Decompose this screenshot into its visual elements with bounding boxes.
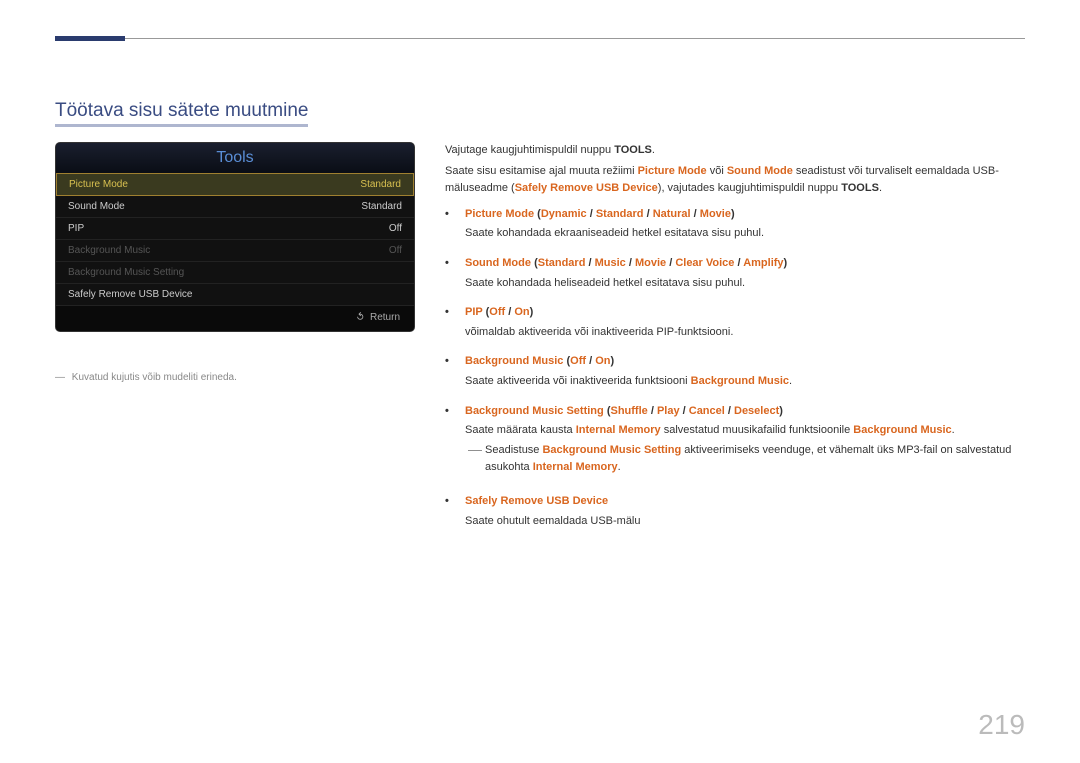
bullet-desc: Saate ohutult eemaldada USB-mälu bbox=[465, 513, 1025, 531]
subnote: ― Seadistuse Background Music Setting ak… bbox=[465, 442, 1025, 477]
row-value: Standard bbox=[361, 201, 402, 212]
bullet-desc: Saate määrata kausta Internal Memory sal… bbox=[465, 422, 1025, 440]
row-label: Background Music bbox=[68, 245, 150, 256]
menu-row-bg-music: Background Music Off bbox=[56, 240, 414, 262]
page-number: 219 bbox=[978, 709, 1025, 741]
dash-icon: ― bbox=[55, 372, 65, 383]
left-column: Tools Picture Mode Standard Sound Mode S… bbox=[55, 142, 415, 542]
menu-row-sound-mode: Sound Mode Standard bbox=[56, 196, 414, 218]
caption-text: Kuvatud kujutis võib mudeliti erineda. bbox=[72, 372, 237, 383]
bullet-title: Background Music (Off / On) bbox=[465, 353, 1025, 371]
bullet-safely-remove: • Safely Remove USB Device Saate ohutult… bbox=[445, 493, 1025, 530]
image-caption: ― Kuvatud kujutis võib mudeliti erineda. bbox=[55, 372, 415, 383]
return-icon: ↻ bbox=[354, 311, 368, 325]
bullet-sound-mode: • Sound Mode (Standard / Music / Movie /… bbox=[445, 255, 1025, 292]
menu-row-bg-music-setting: Background Music Setting bbox=[56, 262, 414, 284]
bullet-picture-mode: • Picture Mode (Dynamic / Standard / Nat… bbox=[445, 206, 1025, 243]
header-accent bbox=[55, 36, 125, 41]
bullet-bg-music-setting: • Background Music Setting (Shuffle / Pl… bbox=[445, 403, 1025, 481]
return-label: Return bbox=[370, 312, 400, 323]
bullet-title: Sound Mode (Standard / Music / Movie / C… bbox=[465, 255, 1025, 273]
intro-para-2: Saate sisu esitamise ajal muuta režiimi … bbox=[445, 163, 1025, 198]
bullet-bg-music: • Background Music (Off / On) Saate akti… bbox=[445, 353, 1025, 390]
bullet-title: PIP (Off / On) bbox=[465, 304, 1025, 322]
bullet-marker: • bbox=[445, 403, 465, 481]
bullet-desc: Saate kohandada ekraaniseadeid hetkel es… bbox=[465, 225, 1025, 243]
tools-menu-screenshot: Tools Picture Mode Standard Sound Mode S… bbox=[55, 142, 415, 332]
bullet-marker: • bbox=[445, 493, 465, 530]
bullet-title: Picture Mode (Dynamic / Standard / Natur… bbox=[465, 206, 1025, 224]
intro-para-1: Vajutage kaugjuhtimispuldil nuppu TOOLS. bbox=[445, 142, 1025, 160]
bullet-desc: Saate aktiveerida või inaktiveerida funk… bbox=[465, 373, 1025, 391]
bullet-pip: • PIP (Off / On) võimaldab aktiveerida v… bbox=[445, 304, 1025, 341]
bullet-marker: • bbox=[445, 304, 465, 341]
row-label: Background Music Setting bbox=[68, 267, 184, 278]
dash-icon: ― bbox=[465, 442, 485, 477]
page-content: Töötava sisu sätete muutmine Tools Pictu… bbox=[55, 100, 1025, 542]
bullet-title: Background Music Setting (Shuffle / Play… bbox=[465, 403, 1025, 421]
row-value: Standard bbox=[360, 179, 401, 190]
two-column-layout: Tools Picture Mode Standard Sound Mode S… bbox=[55, 142, 1025, 542]
row-label: PIP bbox=[68, 223, 84, 234]
bullet-desc: võimaldab aktiveerida või inaktiveerida … bbox=[465, 324, 1025, 342]
row-label: Safely Remove USB Device bbox=[68, 289, 193, 300]
header-rule bbox=[55, 38, 1025, 39]
tools-menu-footer: ↻ Return bbox=[56, 306, 414, 331]
tools-menu-title: Tools bbox=[56, 143, 414, 173]
menu-row-pip: PIP Off bbox=[56, 218, 414, 240]
right-column: Vajutage kaugjuhtimispuldil nuppu TOOLS.… bbox=[445, 142, 1025, 542]
bullet-title: Safely Remove USB Device bbox=[465, 493, 1025, 511]
bullet-marker: • bbox=[445, 255, 465, 292]
section-heading: Töötava sisu sätete muutmine bbox=[55, 100, 308, 127]
menu-row-picture-mode: Picture Mode Standard bbox=[56, 173, 414, 196]
bullet-marker: • bbox=[445, 206, 465, 243]
row-value: Off bbox=[389, 245, 402, 256]
tools-menu-rows: Picture Mode Standard Sound Mode Standar… bbox=[56, 173, 414, 306]
row-label: Sound Mode bbox=[68, 201, 125, 212]
bullet-list: • Picture Mode (Dynamic / Standard / Nat… bbox=[445, 206, 1025, 530]
menu-row-safely-remove: Safely Remove USB Device bbox=[56, 284, 414, 306]
bullet-marker: • bbox=[445, 353, 465, 390]
row-label: Picture Mode bbox=[69, 179, 128, 190]
row-value: Off bbox=[389, 223, 402, 234]
bullet-desc: Saate kohandada heliseadeid hetkel esita… bbox=[465, 275, 1025, 293]
